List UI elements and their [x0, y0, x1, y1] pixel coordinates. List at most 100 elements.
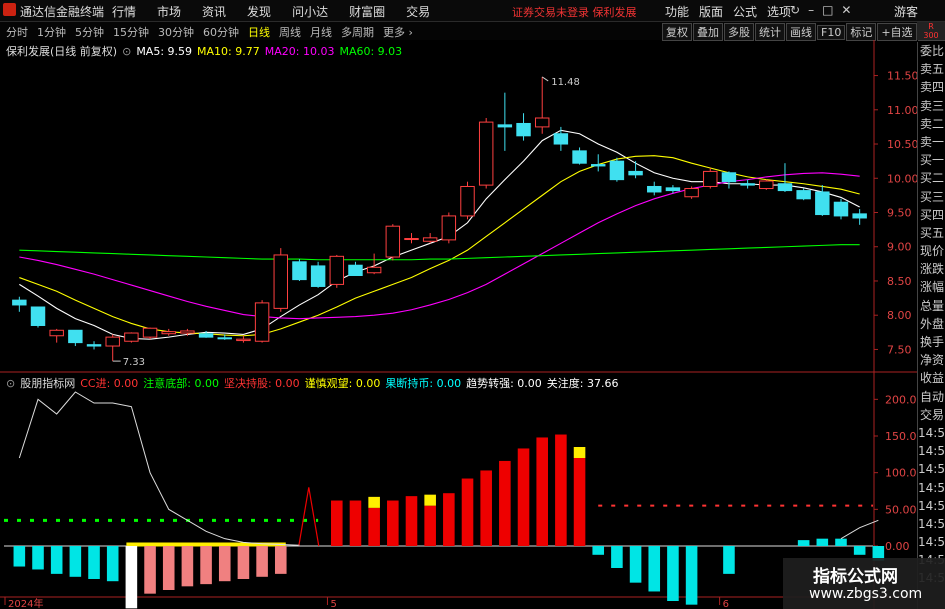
- indicator-bar-3: [69, 546, 82, 577]
- side-panel-item-27[interactable]: 14:56: [918, 533, 945, 551]
- indicator-bar-30: [573, 458, 586, 546]
- indicator-bar-28: [536, 437, 548, 546]
- side-panel-item-19[interactable]: 自动: [918, 388, 945, 406]
- candle-body-16: [310, 265, 326, 287]
- side-panel-item-11[interactable]: 现价: [918, 242, 945, 260]
- indicator-bar-24: [461, 478, 474, 546]
- candle-body-37: [703, 170, 718, 187]
- side-panel-item-7[interactable]: 买二: [918, 169, 945, 187]
- candle-body-3: [68, 329, 83, 344]
- side-panel-item-8[interactable]: 买三: [918, 188, 945, 206]
- candle-body-12: [236, 338, 251, 342]
- indicator-bar-9: [181, 546, 194, 587]
- candle-body-11: [217, 337, 232, 340]
- side-panel-item-13[interactable]: 涨幅: [918, 278, 945, 296]
- indicator-bar-0: [13, 546, 26, 567]
- chart-canvas[interactable]: 7.50 8.00 8.50 9.00 9.50 10.00 10.50 11.00 11.50…: [0, 0, 945, 609]
- side-panel-item-20[interactable]: 交易: [918, 406, 945, 424]
- candle-body-0: [12, 299, 27, 306]
- candle-body-21: [404, 238, 419, 241]
- high-marker-line: [541, 76, 549, 82]
- main-ytick-label-2: 8.50: [887, 275, 912, 288]
- candle-body-34: [647, 185, 662, 193]
- candle-body-28: [534, 117, 550, 128]
- candle-body-2: [49, 329, 64, 337]
- side-panel-item-6[interactable]: 买一: [918, 151, 945, 169]
- indicator-bar-36: [685, 546, 698, 605]
- main-ytick-label-7: 11.00: [887, 104, 919, 117]
- candle-body-19: [366, 266, 382, 274]
- main-ytick-label-1: 8.00: [887, 309, 912, 322]
- indicator-bar-23: [443, 493, 455, 546]
- side-panel-item-26[interactable]: 14:56: [918, 515, 945, 533]
- indicator-bar-12: [237, 546, 250, 579]
- candle-body-42: [796, 190, 811, 200]
- side-panel-item-3[interactable]: 卖三: [918, 97, 945, 115]
- main-ytick-label-8: 11.50: [887, 70, 919, 83]
- candle-body-1: [30, 306, 46, 326]
- ma-line-MA20: [19, 172, 860, 320]
- indicator-bar-35: [667, 546, 679, 601]
- side-panel-item-12[interactable]: 涨跌: [918, 260, 945, 278]
- indicator-bar-17: [331, 500, 343, 546]
- side-panel-item-5[interactable]: 卖一: [918, 133, 945, 151]
- ma-line-MA60: [19, 244, 860, 261]
- ind-ytick-label-1: 50.00: [885, 503, 917, 516]
- candle-body-22: [422, 237, 438, 242]
- candle-body-33: [628, 170, 643, 176]
- main-ytick-label-6: 10.50: [887, 138, 919, 151]
- side-panel-item-10[interactable]: 买五: [918, 224, 945, 242]
- indicator-bar-25: [480, 470, 492, 546]
- side-panel-item-25[interactable]: 14:56: [918, 497, 945, 515]
- indicator-bar-cap-22: [424, 494, 436, 506]
- side-panel-item-18[interactable]: 收益: [918, 369, 945, 387]
- indicator-bar-21: [405, 496, 418, 546]
- indicator-bar-cap-19: [368, 496, 380, 508]
- indicator-bar-10: [200, 546, 212, 585]
- candle-body-26: [497, 124, 513, 128]
- main-ytick-label-5: 10.00: [887, 172, 919, 185]
- main-ytick-label-0: 7.50: [887, 343, 912, 356]
- xaxis-label-2: 6: [723, 599, 729, 609]
- watermark-title: 指标公式网: [813, 567, 898, 587]
- side-panel-item-4[interactable]: 卖二: [918, 115, 945, 133]
- side-panel-item-22[interactable]: 14:56: [918, 442, 945, 460]
- quote-side-panel: 委比 卖五 卖四 卖三 卖二 卖一 买一 买二 买三 买四 买五 现价 涨跌 涨幅 总量 外盘 换手 净资 收益 自动…: [917, 42, 945, 609]
- main-ytick-label-4: 9.50: [887, 207, 912, 220]
- candle-body-41: [777, 183, 793, 192]
- indicator-bar-26: [499, 460, 511, 546]
- indicator-bar-31: [592, 546, 605, 555]
- indicator-bar-42: [797, 540, 810, 546]
- candle-body-39: [740, 183, 755, 186]
- side-panel-item-1[interactable]: 卖五: [918, 60, 945, 78]
- indicator-bar-1: [32, 546, 44, 570]
- side-panel-item-0[interactable]: 委比: [918, 42, 945, 60]
- candle-body-44: [833, 201, 849, 217]
- indicator-bar-34: [648, 546, 661, 592]
- candle-body-43: [815, 191, 830, 216]
- candle-body-7: [142, 327, 158, 338]
- side-panel-item-2[interactable]: 卖四: [918, 78, 945, 96]
- side-panel-item-17[interactable]: 净资: [918, 351, 945, 369]
- candle-body-6: [124, 332, 139, 342]
- main-ytick-label-3: 9.00: [887, 241, 912, 254]
- side-panel-item-24[interactable]: 14:56: [918, 479, 945, 497]
- candle-body-31: [591, 164, 606, 167]
- side-panel-item-14[interactable]: 总量: [918, 297, 945, 315]
- side-panel-item-16[interactable]: 换手: [918, 333, 945, 351]
- indicator-bar-18: [349, 500, 362, 546]
- side-panel-item-9[interactable]: 买四: [918, 206, 945, 224]
- indicator-bar-13: [256, 546, 268, 577]
- candle-body-14: [273, 254, 288, 309]
- indicator-bar-2: [50, 546, 63, 574]
- indicator-bar-22: [424, 505, 436, 546]
- side-panel-item-21[interactable]: 14:56: [918, 424, 945, 442]
- ma-line-MA10: [19, 155, 860, 337]
- indicator-bar-11: [218, 546, 231, 582]
- side-panel-item-15[interactable]: 外盘: [918, 315, 945, 333]
- indicator-bar-33: [629, 546, 642, 583]
- side-panel-item-23[interactable]: 14:56: [918, 460, 945, 478]
- candle-body-17: [329, 255, 345, 285]
- indicator-bar-cap-30: [573, 447, 586, 458]
- candle-body-29: [553, 133, 569, 145]
